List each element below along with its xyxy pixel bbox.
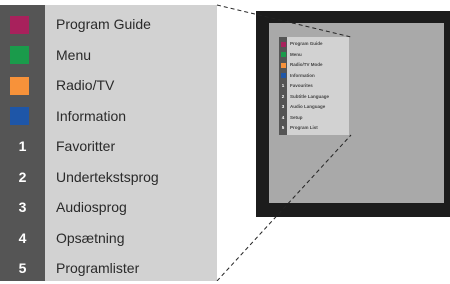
- callout-menu-label: Audiosprog: [56, 199, 127, 215]
- screen-menu-item: 3 Audio Language: [279, 102, 349, 113]
- screen-menu-panel: Program Guide Menu Radio/TV Mode Informatio…: [279, 37, 349, 135]
- screen-menu-number-key: 4: [281, 114, 285, 120]
- callout-menu-panel: Program Guide Menu Radio/TV Information 1 Fav…: [0, 5, 217, 281]
- screen-menu-label: Audio Language: [290, 104, 326, 109]
- screen-menu-color-key: [280, 62, 286, 68]
- screen-menu-item: 1 Favourites: [279, 81, 349, 92]
- callout-menu-item: 5 Programlister: [0, 253, 217, 284]
- screen-menu-number-key: 2: [281, 93, 285, 99]
- callout-menu-label: Information: [56, 107, 127, 124]
- callout-menu-label: Menu: [56, 46, 92, 63]
- screen-menu-item: Radio/TV Mode: [279, 60, 349, 71]
- callout-menu-color-key: [10, 46, 29, 64]
- callout-menu-item: Radio/TV: [0, 70, 217, 101]
- callout-menu-item: Menu: [0, 40, 217, 71]
- callout-menu-item: Information: [0, 101, 217, 132]
- screen-menu-item: 2 Subtitle Language: [279, 92, 349, 103]
- screen-menu-color-key: [280, 52, 286, 57]
- callout-menu-item: Program Guide: [0, 9, 217, 40]
- callout-menu-label: Program Guide: [56, 16, 151, 32]
- callout-menu-label: Undertekstsprog: [56, 168, 159, 185]
- screen-menu-label: Favourites: [290, 83, 313, 88]
- screen-menu-item: Information: [279, 71, 349, 82]
- screen-menu-label: Menu: [290, 51, 302, 57]
- screen-menu-item: Menu: [279, 50, 349, 61]
- callout-menu-label: Programlister: [56, 260, 140, 276]
- callout-menu-number-key: 5: [18, 260, 27, 276]
- tv-frame: Program Guide Menu Radio/TV Mode Informatio…: [256, 11, 450, 217]
- callout-menu-item: 1 Favoritter: [0, 131, 217, 162]
- callout-menu-label: Opsætning: [56, 229, 125, 246]
- callout-menu-color-key: [10, 107, 29, 125]
- callout-menu-number-key: 2: [18, 168, 27, 185]
- screen-menu-color-key: [280, 41, 286, 47]
- callout-menu-number-key: 3: [18, 199, 27, 215]
- tv-screen: Program Guide Menu Radio/TV Mode Informatio…: [269, 23, 444, 203]
- screen-menu-label: Setup: [290, 114, 303, 120]
- screen-menu-number-key: 1: [281, 83, 285, 88]
- screen-menu-color-key: [280, 73, 286, 78]
- callout-menu-item: 2 Undertekstsprog: [0, 162, 217, 193]
- screen-menu-number-key: 3: [281, 104, 285, 109]
- callout-menu-item: 3 Audiosprog: [0, 192, 217, 223]
- callout-menu-label: Favoritter: [56, 138, 116, 154]
- callout-menu-color-key: [10, 15, 29, 34]
- callout-menu-item: 4 Opsætning: [0, 223, 217, 254]
- callout-menu-label: Radio/TV: [56, 77, 115, 93]
- screen-menu-label: Program List: [290, 125, 318, 130]
- screen-menu-item: 5 Program List: [279, 123, 349, 134]
- screen-menu-label: Radio/TV Mode: [290, 62, 323, 67]
- callout-menu-number-key: 4: [18, 229, 27, 246]
- screen-menu-item: 4 Setup: [279, 113, 349, 124]
- callout-menu-color-key: [10, 76, 29, 95]
- screen-menu-item: Program Guide: [279, 39, 349, 50]
- screen-menu-number-key: 5: [281, 125, 285, 130]
- callout-menu-number-key: 1: [18, 138, 27, 154]
- screen-menu-label: Information: [290, 72, 315, 78]
- screen-menu-label: Program Guide: [290, 41, 323, 46]
- screen-menu-label: Subtitle Language: [290, 93, 330, 99]
